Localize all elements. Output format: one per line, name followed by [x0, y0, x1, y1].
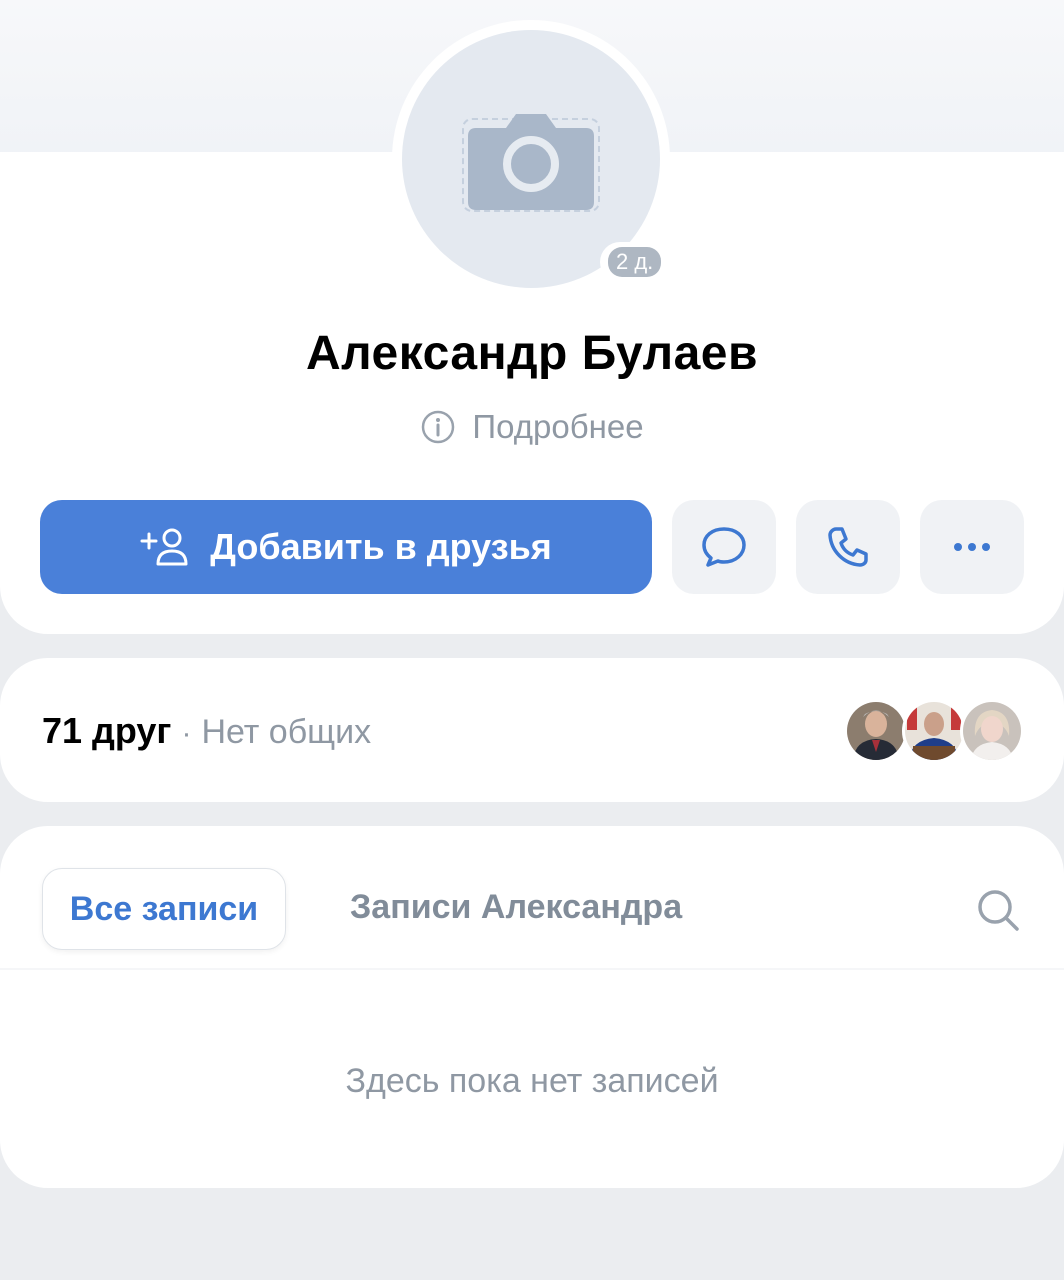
profile-name: Александр Булаев [305, 327, 759, 380]
friend-avatar-3[interactable] [960, 699, 1024, 763]
friend-avatar-1[interactable] [844, 699, 908, 763]
last-seen-badge: 2 д. [600, 242, 670, 282]
mutual-friends: Нет общих [201, 713, 372, 751]
call-button[interactable] [796, 500, 900, 594]
friend-avatar-2[interactable] [902, 699, 966, 763]
message-button[interactable] [672, 500, 776, 594]
friends-count: 71 друг [42, 710, 172, 751]
info-icon [422, 410, 455, 444]
phone-icon [828, 527, 868, 567]
friends-summary[interactable]: 71 друг · Нет общих [42, 710, 371, 752]
friend-photo-2 [905, 702, 963, 760]
add-friend-label: Добавить в друзья [210, 526, 552, 567]
details-label: Подробнее [472, 408, 644, 445]
add-friend-button[interactable]: Добавить в друзья [40, 500, 652, 594]
empty-posts-message: Здесь пока нет записей [345, 1062, 719, 1100]
friend-photo-3 [963, 702, 1021, 760]
tab-owner-posts[interactable]: Записи Александра [350, 888, 682, 927]
message-icon [702, 527, 746, 567]
posts-divider [0, 968, 1064, 970]
details-link[interactable]: Подробнее [0, 408, 1064, 446]
profile-page: 2 д. Александр Булаев Подробнее Добавить… [0, 0, 1064, 1280]
friend-photo-1 [847, 702, 905, 760]
friends-separator: · [181, 717, 192, 750]
camera-icon [468, 114, 594, 210]
more-icon [954, 543, 990, 551]
search-icon[interactable] [974, 886, 1022, 934]
last-seen-text: 2 д. [608, 247, 662, 277]
more-button[interactable] [920, 500, 1024, 594]
add-user-icon [140, 528, 188, 566]
tab-all-posts[interactable]: Все записи [42, 868, 286, 950]
